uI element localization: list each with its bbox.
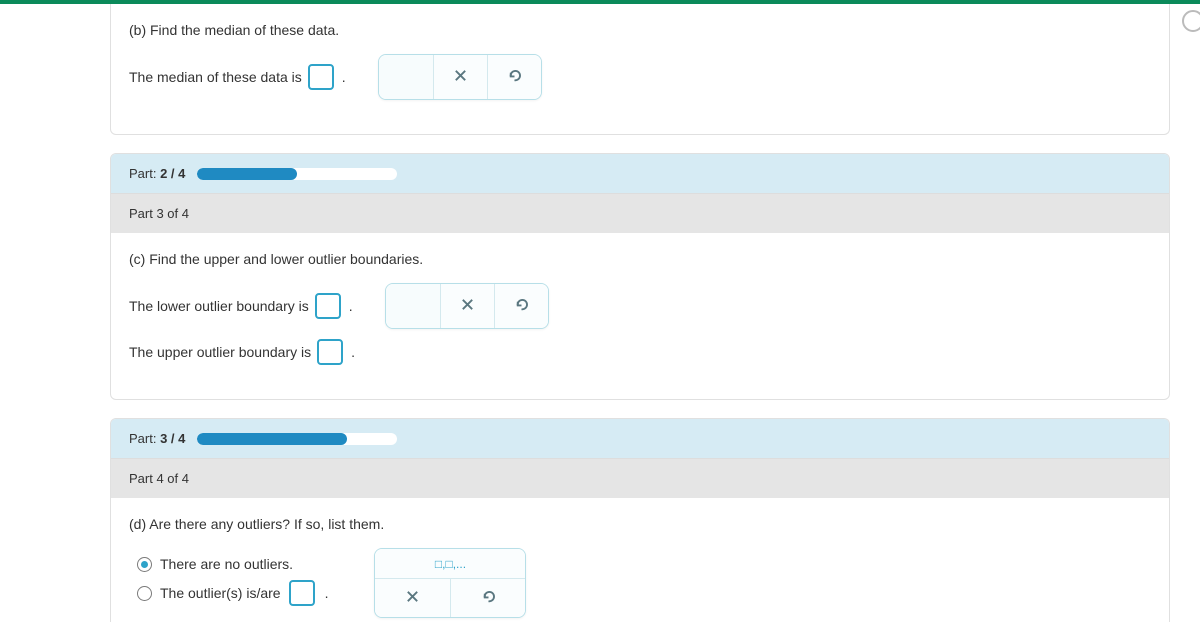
part-4-header: Part 4 of 4 xyxy=(111,458,1169,498)
part-d-tool-group: □,□,... xyxy=(374,548,526,618)
progress-2-label: Part: 2 / 4 xyxy=(129,166,185,181)
part-c-tool-group xyxy=(385,283,549,329)
period: . xyxy=(342,69,346,85)
question-d-text: (d) Are there any outliers? If so, list … xyxy=(129,516,1151,532)
help-icon[interactable] xyxy=(1182,10,1200,32)
part-b-tool-group xyxy=(378,54,542,100)
lower-boundary-prefix: The lower outlier boundary is xyxy=(129,298,309,314)
option-no-outliers-label: There are no outliers. xyxy=(160,556,293,572)
undo-button[interactable] xyxy=(487,55,541,99)
part-4-card: Part: 3 / 4 Part 4 of 4 (d) Are there an… xyxy=(110,418,1170,622)
progress-2-bar xyxy=(197,168,397,180)
progress-2-fill xyxy=(197,168,297,180)
undo-icon xyxy=(481,589,496,607)
option-outliers-label: The outlier(s) is/are xyxy=(160,585,281,601)
clear-button[interactable] xyxy=(375,579,450,617)
part-3-card: Part: 2 / 4 Part 3 of 4 (c) Find the upp… xyxy=(110,153,1170,400)
part-b-card: (b) Find the median of these data. The m… xyxy=(110,4,1170,135)
radio-no-outliers[interactable] xyxy=(137,557,152,572)
median-prefix: The median of these data is xyxy=(129,69,302,85)
progress-3-fill xyxy=(197,433,347,445)
question-c-text: (c) Find the upper and lower outlier bou… xyxy=(129,251,1151,267)
clear-button[interactable] xyxy=(440,284,494,328)
outliers-input[interactable] xyxy=(289,580,315,606)
upper-boundary-input[interactable] xyxy=(317,339,343,365)
x-icon xyxy=(460,297,475,315)
tool-blank-pane xyxy=(379,55,433,99)
question-b-text: (b) Find the median of these data. xyxy=(129,22,1151,38)
upper-boundary-prefix: The upper outlier boundary is xyxy=(129,344,311,360)
lower-boundary-input[interactable] xyxy=(315,293,341,319)
period: . xyxy=(349,298,353,314)
part-3-header: Part 3 of 4 xyxy=(111,193,1169,233)
undo-icon xyxy=(507,68,522,86)
radio-outliers-are[interactable] xyxy=(137,586,152,601)
progress-3-label: Part: 3 / 4 xyxy=(129,431,185,446)
period: . xyxy=(325,585,329,601)
period: . xyxy=(351,344,355,360)
undo-icon xyxy=(514,297,529,315)
median-input[interactable] xyxy=(308,64,334,90)
progress-3-bar xyxy=(197,433,397,445)
x-icon xyxy=(453,68,468,86)
tool-blank-pane xyxy=(386,284,440,328)
list-format-button[interactable]: □,□,... xyxy=(375,549,525,579)
undo-button[interactable] xyxy=(450,579,525,617)
list-format-hint: □,□,... xyxy=(427,557,474,571)
progress-2-header: Part: 2 / 4 xyxy=(111,154,1169,193)
progress-3-header: Part: 3 / 4 xyxy=(111,419,1169,458)
x-icon xyxy=(405,589,420,607)
clear-button[interactable] xyxy=(433,55,487,99)
undo-button[interactable] xyxy=(494,284,548,328)
